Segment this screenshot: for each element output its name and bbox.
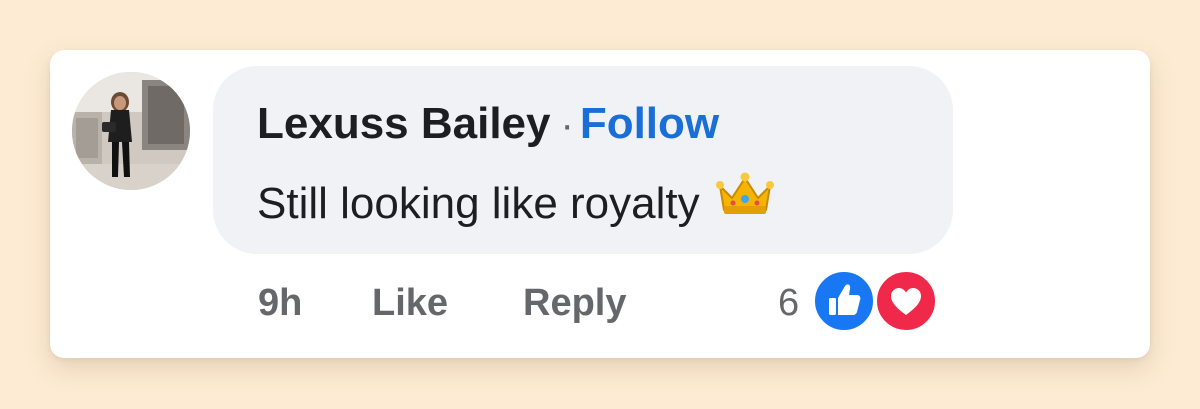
separator-dot: · — [560, 103, 574, 147]
author-name[interactable]: Lexuss Bailey — [257, 99, 551, 148]
comment-body: Still looking like royalty — [257, 172, 774, 236]
comment-text: Still looking like royalty — [257, 179, 700, 228]
reactions-summary[interactable] — [811, 268, 943, 334]
crown-emoji-icon — [715, 172, 774, 232]
love-reaction-icon — [873, 268, 939, 334]
like-button[interactable]: Like — [372, 278, 448, 328]
follow-button[interactable]: Follow — [580, 99, 719, 148]
avatar[interactable] — [72, 72, 190, 190]
reply-button[interactable]: Reply — [523, 278, 626, 328]
comment-timestamp[interactable]: 9h — [258, 278, 302, 328]
comment-header: Lexuss Bailey · Follow — [257, 96, 719, 153]
like-reaction-icon — [811, 268, 877, 334]
reaction-count[interactable]: 6 — [778, 278, 799, 328]
comment-bubble: Lexuss Bailey · Follow Still looking like … — [213, 66, 953, 254]
comment-card: Lexuss Bailey · Follow Still looking like … — [50, 50, 1150, 358]
